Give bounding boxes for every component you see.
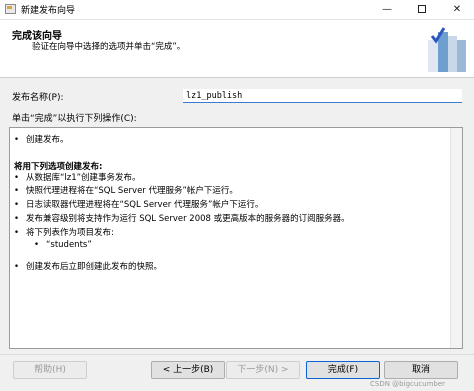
cancel-button[interactable]: 取消 bbox=[384, 361, 458, 379]
finish-button[interactable]: 完成(F) bbox=[306, 361, 380, 379]
list-item: • 从数据库“lz1”创建事务发布。 bbox=[14, 173, 141, 183]
watermark: CSDN @bigcucumber bbox=[370, 380, 446, 388]
page-subtitle: 验证在向导中选择的选项并单击“完成”。 bbox=[32, 42, 186, 52]
list-item: • 日志读取器代理进程将在“SQL Server 代理服务”帐户下运行。 bbox=[14, 200, 264, 210]
app-icon bbox=[5, 4, 16, 14]
actions-label: 单击“完成”以执行下列操作(C): bbox=[12, 114, 137, 124]
books-icon bbox=[428, 27, 466, 72]
list-item: • 快照代理进程将在“SQL Server 代理服务”帐户下运行。 bbox=[14, 186, 238, 196]
scrollbar[interactable] bbox=[450, 128, 462, 348]
list-item: • 将下列表作为项目发布: bbox=[14, 228, 114, 238]
list-item: • 创建发布。 bbox=[14, 135, 69, 145]
close-icon[interactable]: ✕ bbox=[440, 0, 474, 19]
divider bbox=[0, 354, 474, 355]
wizard-header: 完成该向导 验证在向导中选择的选项并单击“完成”。 bbox=[0, 20, 474, 78]
list-item: • 创建发布后立即创建此发布的快照。 bbox=[14, 262, 163, 272]
next-button[interactable]: 下一步(N) > bbox=[226, 361, 300, 379]
maximize-icon[interactable] bbox=[405, 0, 439, 19]
publication-name-label: 发布名称(P): bbox=[12, 93, 64, 103]
list-item: • 发布兼容级别将支持作为运行 SQL Server 2008 或更高版本的服务器… bbox=[14, 214, 350, 224]
publication-name-input[interactable]: lz1_publish bbox=[183, 89, 462, 103]
back-button[interactable]: < 上一步(B) bbox=[151, 361, 225, 379]
help-button[interactable]: 帮助(H) bbox=[13, 361, 87, 379]
list-item: • “students” bbox=[34, 240, 92, 250]
minimize-icon[interactable]: — bbox=[370, 0, 404, 19]
window-title: 新建发布向导 bbox=[21, 6, 76, 16]
title-bar: 新建发布向导 — ✕ bbox=[0, 0, 474, 20]
actions-summary-box[interactable]: • 创建发布。 将用下列选项创建发布: • 从数据库“lz1”创建事务发布。 • 快照… bbox=[9, 127, 463, 349]
